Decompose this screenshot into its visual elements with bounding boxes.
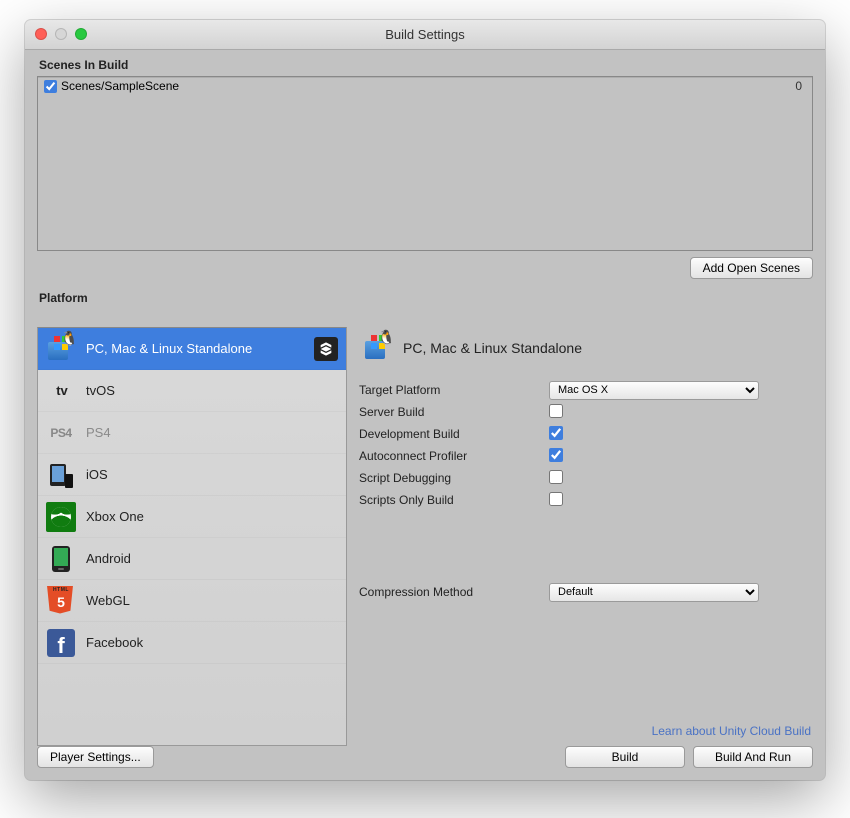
scripts-only-build-label: Scripts Only Build: [359, 493, 549, 507]
pml-icon: [46, 334, 76, 364]
facebook-icon: f: [46, 628, 76, 658]
scene-index: 0: [795, 79, 806, 93]
ps4-icon: PS4: [46, 418, 76, 448]
details-header-label: PC, Mac & Linux Standalone: [403, 340, 582, 356]
script-debugging-checkbox[interactable]: [549, 470, 563, 484]
script-debugging-label: Script Debugging: [359, 471, 549, 485]
target-platform-select[interactable]: Mac OS X: [549, 381, 759, 400]
server-build-label: Server Build: [359, 405, 549, 419]
platform-item-label: PS4: [86, 425, 111, 440]
platform-label: Platform: [39, 291, 813, 305]
platform-item-ios[interactable]: iOS: [38, 454, 346, 496]
build-button[interactable]: Build: [565, 746, 685, 768]
compression-method-select[interactable]: Default: [549, 583, 759, 602]
player-settings-button[interactable]: Player Settings...: [37, 746, 154, 768]
platform-item-webgl[interactable]: HTML5 WebGL: [38, 580, 346, 622]
platform-item-label: tvOS: [86, 383, 115, 398]
scene-row[interactable]: Scenes/SampleScene 0: [38, 77, 812, 95]
window-title: Build Settings: [385, 27, 465, 42]
minimize-icon: [55, 28, 67, 40]
unity-logo-icon: [314, 337, 338, 361]
autoconnect-profiler-checkbox[interactable]: [549, 448, 563, 462]
tvos-icon: tv: [46, 376, 76, 406]
server-build-checkbox[interactable]: [549, 404, 563, 418]
scripts-only-build-checkbox[interactable]: [549, 492, 563, 506]
scenes-label: Scenes In Build: [39, 58, 813, 72]
titlebar: Build Settings: [25, 20, 825, 50]
pml-icon: [363, 333, 393, 363]
build-settings-window: Build Settings Scenes In Build Scenes/Sa…: [25, 20, 825, 780]
autoconnect-profiler-label: Autoconnect Profiler: [359, 449, 549, 463]
platform-item-android[interactable]: Android: [38, 538, 346, 580]
cloud-build-link[interactable]: Learn about Unity Cloud Build: [359, 724, 811, 738]
scenes-list[interactable]: Scenes/SampleScene 0: [37, 76, 813, 251]
xbox-icon: [46, 502, 76, 532]
content: Scenes In Build Scenes/SampleScene 0 Add…: [25, 50, 825, 780]
development-build-checkbox[interactable]: [549, 426, 563, 440]
ios-icon: [46, 460, 76, 490]
platform-list: PC, Mac & Linux Standalone tv tvOS: [37, 327, 347, 746]
platform-item-facebook[interactable]: f Facebook: [38, 622, 346, 664]
platform-item-standalone[interactable]: PC, Mac & Linux Standalone: [38, 328, 346, 370]
window-controls: [35, 28, 87, 40]
platform-item-label: Android: [86, 551, 131, 566]
add-open-scenes-button[interactable]: Add Open Scenes: [690, 257, 813, 279]
platform-details: PC, Mac & Linux Standalone Target Platfo…: [359, 327, 813, 746]
build-and-run-button[interactable]: Build And Run: [693, 746, 813, 768]
scene-name: Scenes/SampleScene: [61, 79, 795, 93]
close-icon[interactable]: [35, 28, 47, 40]
webgl-icon: HTML5: [46, 586, 76, 616]
target-platform-label: Target Platform: [359, 383, 549, 397]
platform-item-xboxone[interactable]: Xbox One: [38, 496, 346, 538]
platform-item-label: PC, Mac & Linux Standalone: [86, 341, 252, 356]
android-icon: [46, 544, 76, 574]
platform-item-label: iOS: [86, 467, 108, 482]
zoom-icon[interactable]: [75, 28, 87, 40]
platform-item-label: WebGL: [86, 593, 130, 608]
platform-item-label: Facebook: [86, 635, 143, 650]
platform-item-ps4[interactable]: PS4 PS4: [38, 412, 346, 454]
platform-item-tvos[interactable]: tv tvOS: [38, 370, 346, 412]
platform-item-label: Xbox One: [86, 509, 144, 524]
scene-checkbox[interactable]: [44, 80, 57, 93]
development-build-label: Development Build: [359, 427, 549, 441]
compression-method-label: Compression Method: [359, 585, 549, 599]
